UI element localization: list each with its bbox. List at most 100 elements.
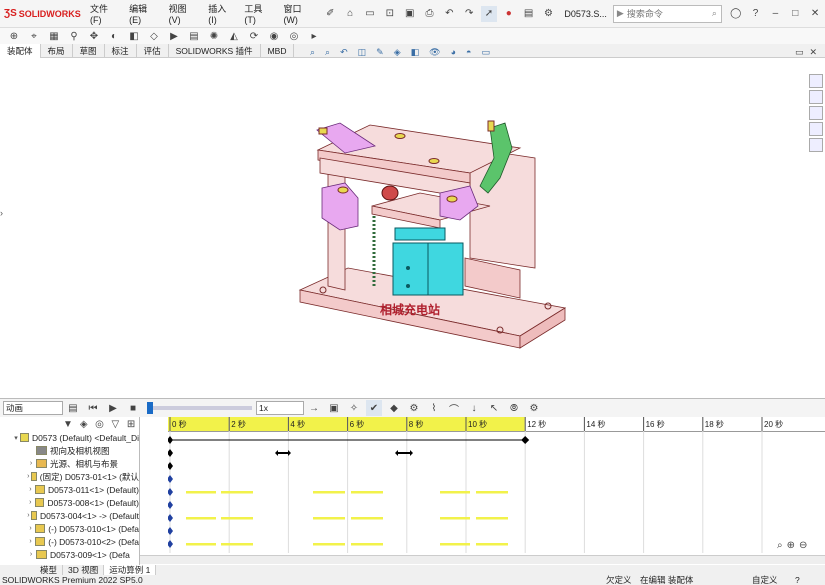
results-icon[interactable]: ⦾ [506,400,522,416]
home-icon[interactable]: ⌂ [342,6,358,22]
print-icon[interactable]: ⎙ [422,6,438,22]
tab-layout[interactable]: 布局 [41,44,73,58]
tree-item[interactable]: 视向及相机视图 [0,444,139,457]
study-properties-icon[interactable]: ⚙ [526,400,542,416]
play-from-start-icon[interactable]: ⏮ [85,400,101,416]
reference-geometry-icon[interactable]: ◇ [146,28,162,44]
save-icon[interactable]: ▣ [402,6,418,22]
zoom-to-fit-icon[interactable]: ⌕ [777,540,783,551]
tree-item[interactable]: › (-) D0573-010<2> (Defa [0,535,139,548]
snapshot-icon[interactable]: ◉ [266,28,282,44]
solidworks-resources-icon[interactable] [809,74,823,88]
filter-driving-icon[interactable]: ◎ [94,417,106,432]
tree-item[interactable]: › D0573-009<1> (Defa [0,548,139,561]
close-icon[interactable]: ✕ [807,6,823,22]
calculate-icon[interactable]: ▤ [65,400,81,416]
tree-item[interactable]: › D0573-004<1> -> (Default [0,509,139,522]
file-properties-icon[interactable]: ▤ [521,6,537,22]
expand-icon[interactable]: ▾ [12,434,20,442]
search-icon[interactable]: ⌕ [712,8,717,19]
study-type-select[interactable]: 动画 [3,401,63,415]
menu-insert[interactable]: 插入(I) [203,2,239,25]
maximize-icon[interactable]: □ [787,6,803,22]
search-input[interactable] [626,8,712,19]
menu-edit[interactable]: 编辑(E) [124,2,164,25]
mate-icon[interactable]: ⌖ [26,28,42,44]
filter-selected-icon[interactable]: ▽ [109,417,121,432]
expand-icon[interactable]: › [26,486,35,493]
menu-window[interactable]: 窗口(W) [278,2,320,25]
add-key-icon[interactable]: ◆ [386,400,402,416]
save-animation-icon[interactable]: ▣ [326,400,342,416]
filter-animated-icon[interactable]: ◈ [78,417,90,432]
tab-mbd[interactable]: MBD [261,44,295,58]
tree-item[interactable]: › (固定) D0573-01<1> (默认 [0,470,139,483]
update-speedpak-icon[interactable]: ⟳ [246,28,262,44]
gravity-icon[interactable]: ↓ [466,400,482,416]
viewport-close-icon[interactable]: ✕ [810,47,818,58]
file-explorer-icon[interactable] [809,106,823,120]
search-box[interactable]: ▶ ⌕ [612,4,722,23]
linear-pattern-icon[interactable]: ▦ [46,28,62,44]
zoom-out-icon[interactable]: ⊖ [799,540,807,551]
tab-markup[interactable]: 标注 [105,44,137,58]
stop-icon[interactable]: ■ [125,400,141,416]
playback-speed-select[interactable]: 1x [256,401,304,415]
tab-evaluate[interactable]: 评估 [137,44,169,58]
motor-icon[interactable]: ⚙ [406,400,422,416]
expand-icon[interactable]: › [26,538,35,545]
options-icon[interactable]: ⚙ [541,6,557,22]
minimize-icon[interactable]: – [767,6,783,22]
tab-motion-study-1[interactable]: 运动算例 1 [104,565,157,575]
tree-item[interactable]: › (-) D0573-010<1> (Defa [0,522,139,535]
tab-3d-views[interactable]: 3D 视图 [63,565,105,575]
expand-icon[interactable]: › [26,460,36,467]
filter-results-icon[interactable]: ⊞ [125,417,137,432]
timeline-scrollbar[interactable] [140,555,825,564]
menu-file[interactable]: 文件(F) [85,2,124,25]
slider-thumb[interactable] [147,402,153,414]
contact-icon[interactable]: ⌒ [446,400,462,416]
expand-icon[interactable]: › [26,551,36,558]
help-icon[interactable]: ? [795,575,800,585]
tab-model[interactable]: 模型 [35,565,64,575]
open-icon[interactable]: ⊡ [382,6,398,22]
tree-item[interactable]: › D0573-011<1> (Default) [0,483,139,496]
animation-wizard-icon[interactable]: ✧ [346,400,362,416]
filter-icon[interactable]: ▼ [62,417,74,432]
fm-collapse-handle[interactable]: › [0,208,3,218]
zoom-in-icon[interactable]: ⊕ [787,540,795,551]
select-icon[interactable]: ➚ [481,5,497,22]
new-document-icon[interactable]: ▭ [362,6,378,22]
tree-item[interactable]: › D0573-008<1> (Default) [0,496,139,509]
redo-icon[interactable]: ↷ [461,6,477,22]
move-component-icon[interactable]: ✥ [86,28,102,44]
tab-assembly[interactable]: 装配体 [0,44,41,58]
view-palette-icon[interactable] [809,122,823,136]
timeline[interactable]: 0 秒 2 秒 4 秒 6 秒 8 秒 10 秒 12 秒 14 秒 16 秒 18 秒 20 秒 [168,417,825,553]
graphics-area[interactable]: 相城充电站 › [0,58,808,398]
force-icon[interactable]: ↖ [486,400,502,416]
rebuild-icon[interactable]: ● [501,6,517,22]
bill-of-materials-icon[interactable]: ▤ [186,28,202,44]
menu-tools[interactable]: 工具(T) [239,2,278,25]
show-hidden-icon[interactable]: ◐ [106,28,122,44]
smart-fastener-icon[interactable]: ⚲ [66,28,82,44]
help-icon[interactable]: ? [748,6,764,22]
restore-icon[interactable]: ▭ [795,47,804,58]
tab-sketch[interactable]: 草图 [73,44,105,58]
units-status[interactable]: 自定义 [752,575,778,585]
insert-component-icon[interactable]: ⊕ [6,28,22,44]
tree-item[interactable]: ▾ D0573 (Default) <Default_Di [0,431,139,444]
exploded-view-icon[interactable]: ✺ [206,28,222,44]
expand-icon[interactable]: › [26,499,35,506]
tab-addins[interactable]: SOLIDWORKS 插件 [169,44,261,58]
play-icon[interactable]: ▸ [306,28,322,44]
appearances-icon[interactable] [809,138,823,152]
playback-mode-icon[interactable]: → [306,400,322,416]
tree-item[interactable]: › 光源、相机与布景 [0,457,139,470]
solidworks-logo[interactable]: ƷS SOLIDWORKS [0,8,81,19]
undo-icon[interactable]: ↶ [441,6,457,22]
expand-icon[interactable]: › [26,525,35,532]
assembly-features-icon[interactable]: ◧ [126,28,142,44]
